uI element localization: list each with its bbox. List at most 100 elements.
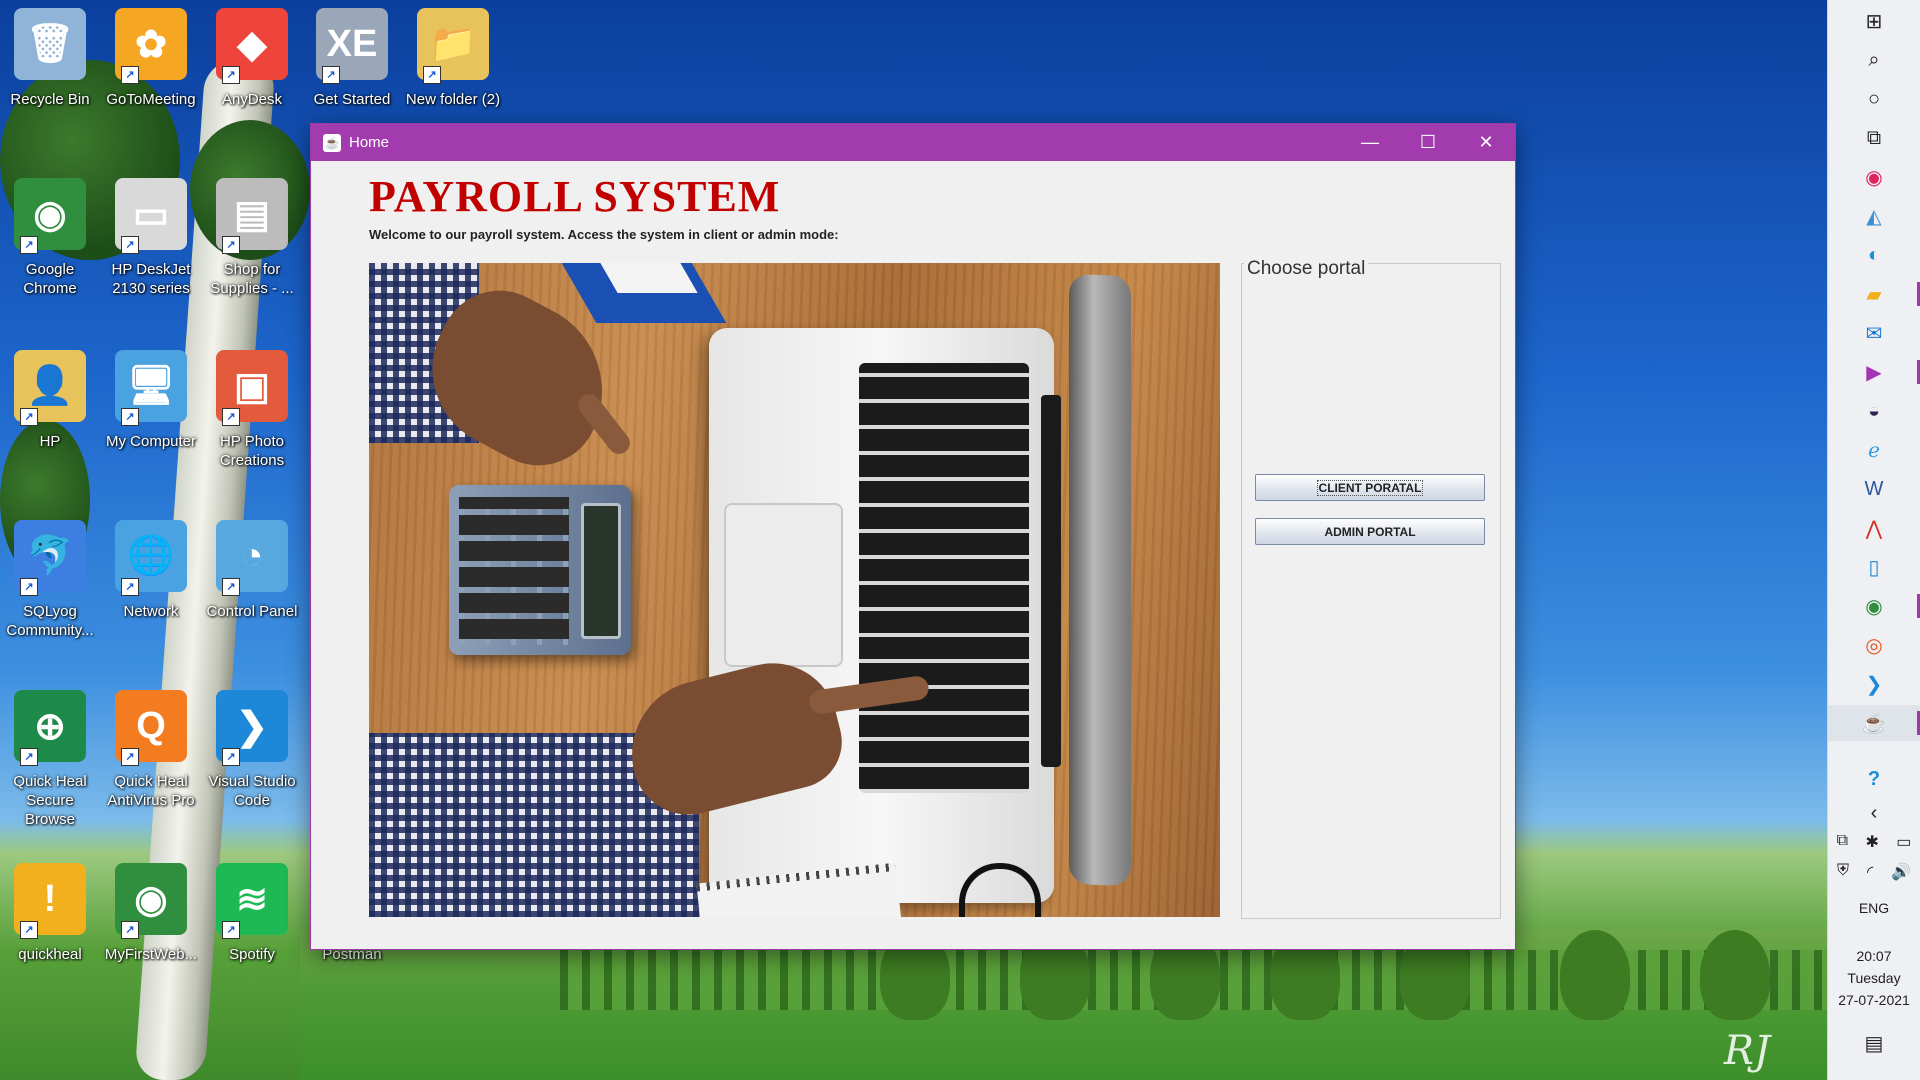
tray-icon[interactable]: ✱ — [1865, 832, 1878, 852]
tray-icon[interactable]: ▭ — [1896, 832, 1911, 852]
language-indicator[interactable]: ENG — [1828, 898, 1920, 918]
tray-icon[interactable]: ⧉ — [1837, 832, 1848, 852]
shortcut-arrow-icon: ↗ — [423, 66, 441, 84]
taskbar-chrome-icon[interactable]: ◉ — [1828, 588, 1920, 624]
shortcut-arrow-icon: ↗ — [222, 578, 240, 596]
desktop-icon-google-chrome[interactable]: ◉ ↗ Google Chrome — [2, 178, 98, 298]
desktop-icon-label: GoToMeeting — [106, 91, 196, 108]
shortcut-arrow-icon: ↗ — [20, 921, 38, 939]
desktop-icon-label: quickheal — [18, 946, 82, 963]
desktop-icon-anydesk[interactable]: ◆ ↗ AnyDesk — [204, 8, 300, 109]
home-window: ☕ Home — ☐ ✕ PAYROLL SYSTEM Welcome to o… — [310, 123, 1516, 950]
client-portal-button[interactable]: CLIENT PORATAL — [1255, 474, 1485, 501]
clock-date[interactable]: 27-07-2021 — [1828, 990, 1920, 1010]
wallpaper-tree — [1560, 930, 1630, 1020]
taskbar-cortana-icon[interactable]: ○ — [1828, 81, 1920, 117]
taskbar-start-icon[interactable]: ⊞ — [1828, 3, 1920, 39]
clock-time[interactable]: 20:07 — [1828, 946, 1920, 966]
app-icon: ⊕ ↗ — [14, 690, 86, 766]
window-titlebar[interactable]: ☕ Home — ☐ ✕ — [311, 124, 1515, 161]
desktop-icon-quick-heal-secure-browse[interactable]: ⊕ ↗ Quick Heal Secure Browse — [2, 690, 98, 829]
shortcut-arrow-icon: ↗ — [222, 66, 240, 84]
shortcut-arrow-icon: ↗ — [222, 236, 240, 254]
shortcut-arrow-icon: ↗ — [20, 578, 38, 596]
shortcut-arrow-icon: ↗ — [121, 66, 139, 84]
admin-portal-button[interactable]: ADMIN PORTAL — [1255, 518, 1485, 545]
desktop-icon-hp-photo-creations[interactable]: ▣ ↗ HP Photo Creations — [204, 350, 300, 470]
page-title: PAYROLL SYSTEM — [369, 172, 781, 221]
desktop-icon-new-folder-2[interactable]: 📁 ↗ New folder (2) — [405, 8, 501, 109]
taskbar-phone-icon[interactable]: ▯ — [1828, 549, 1920, 585]
desktop-icon-shop-for-supplies[interactable]: ▤ ↗ Shop for Supplies - ... — [204, 178, 300, 298]
app-icon: ▤ ↗ — [216, 178, 288, 254]
taskbar-internet-explorer-icon[interactable]: ℯ — [1828, 432, 1920, 468]
wallpaper-signature: RJ — [1723, 1028, 1770, 1074]
app-icon: ▣ ↗ — [216, 350, 288, 426]
desktop-icon-gotomeeting[interactable]: ✿ ↗ GoToMeeting — [103, 8, 199, 109]
taskbar-java-app-icon[interactable]: ☕ — [1828, 705, 1920, 741]
desktop-icon-label: Visual Studio Code — [208, 773, 296, 809]
taskbar-word-icon[interactable]: W — [1828, 471, 1920, 507]
desktop-icon-my-computer[interactable]: 🖥 ↗ My Computer — [103, 350, 199, 451]
desktop-icon-get-started[interactable]: XE ↗ Get Started — [304, 8, 400, 109]
taskbar-app-generic-icon[interactable]: ◭ — [1828, 198, 1920, 234]
help-icon[interactable]: ? — [1828, 761, 1920, 797]
shortcut-arrow-icon: ↗ — [20, 748, 38, 766]
desktop-icon-hp-deskjet-2130-series[interactable]: ▭ ↗ HP DeskJet 2130 series — [103, 178, 199, 298]
tray-icon[interactable]: ⛨ — [1837, 862, 1849, 882]
tray-icon[interactable]: 🔊 — [1891, 862, 1911, 882]
shortcut-arrow-icon: ↗ — [20, 408, 38, 426]
desktop-icon-label: Shop for Supplies - ... — [210, 261, 294, 297]
chevron-left-icon[interactable]: ‹ — [1828, 795, 1920, 831]
desktop-icon-label: SQLyog Community... — [6, 603, 94, 639]
minimize-button[interactable]: — — [1341, 124, 1399, 161]
taskbar-search-icon[interactable]: ⌕ — [1828, 42, 1920, 78]
taskbar-task-view-icon[interactable]: ⧉ — [1828, 120, 1920, 156]
taskbar-recorder-icon[interactable]: ◉ — [1828, 159, 1920, 195]
app-icon: 🌐 ↗ — [115, 520, 187, 596]
desktop-icon-label: Control Panel — [206, 603, 298, 620]
taskbar-eclipse-icon[interactable]: ◒ — [1828, 393, 1920, 429]
app-icon: 📁 ↗ — [417, 8, 489, 84]
system-tray: ⛨ ◜ 🔊 — [1828, 862, 1920, 882]
system-tray: ⧉ ✱ ▭ — [1828, 832, 1920, 852]
payroll-photo — [369, 263, 1220, 917]
desktop-icon-sqlyog-community[interactable]: 🐬 ↗ SQLyog Community... — [2, 520, 98, 640]
desktop-icon-label: HP Photo Creations — [219, 433, 285, 469]
clock-day[interactable]: Tuesday — [1828, 968, 1920, 988]
taskbar-vscode-icon[interactable]: ❯ — [1828, 666, 1920, 702]
desktop-icon-control-panel[interactable]: ◔ ↗ Control Panel — [204, 520, 300, 621]
desktop-icon-label: Spotify — [229, 946, 275, 963]
admin-portal-label: ADMIN PORTAL — [1324, 524, 1416, 539]
close-button[interactable]: ✕ — [1457, 124, 1515, 161]
choose-portal-label: Choose portal — [1244, 258, 1369, 280]
desktop-icon-spotify[interactable]: ≋ ↗ Spotify — [204, 863, 300, 964]
desktop-icon-label: Network — [123, 603, 179, 620]
desktop-icon-recycle-bin[interactable]: 🗑 Recycle Bin — [2, 8, 98, 109]
maximize-button[interactable]: ☐ — [1399, 124, 1457, 161]
taskbar-edge-icon[interactable]: ◐ — [1828, 237, 1920, 273]
taskbar-visual-studio-icon[interactable]: ▶ — [1828, 354, 1920, 390]
java-app-icon: ☕ — [323, 133, 341, 152]
wallpaper-tree — [1700, 930, 1770, 1020]
tray-icon[interactable]: ◜ — [1867, 862, 1873, 882]
taskbar-mail-icon[interactable]: ✉ — [1828, 315, 1920, 351]
taskbar-ubuntu-icon[interactable]: ◎ — [1828, 627, 1920, 663]
taskbar-file-explorer-icon[interactable]: ▰ — [1828, 276, 1920, 312]
taskbar-acrobat-icon[interactable]: ⋀ — [1828, 510, 1920, 546]
desktop-icon-quickheal[interactable]: ! ↗ quickheal — [2, 863, 98, 964]
app-icon: ✿ ↗ — [115, 8, 187, 84]
notification-icon[interactable]: ▤ — [1828, 1025, 1920, 1061]
desktop-icon-hp[interactable]: 👤 ↗ HP — [2, 350, 98, 451]
window-title: Home — [349, 134, 390, 151]
shortcut-arrow-icon: ↗ — [121, 748, 139, 766]
desktop-icon-label: My Computer — [105, 433, 197, 450]
desktop-icon-visual-studio-code[interactable]: ❯ ↗ Visual Studio Code — [204, 690, 300, 810]
desktop-icon-network[interactable]: 🌐 ↗ Network — [103, 520, 199, 621]
desktop-icon-quick-heal-antivirus-pro[interactable]: Q ↗ Quick Heal AntiVirus Pro — [103, 690, 199, 810]
desktop-icon-label: Quick Heal AntiVirus Pro — [107, 773, 195, 809]
desktop-icon-myfirstweb[interactable]: ◉ ↗ MyFirstWeb... — [103, 863, 199, 964]
shortcut-arrow-icon: ↗ — [121, 921, 139, 939]
app-icon: ◔ ↗ — [216, 520, 288, 596]
desktop-icon-label: MyFirstWeb... — [104, 946, 198, 963]
